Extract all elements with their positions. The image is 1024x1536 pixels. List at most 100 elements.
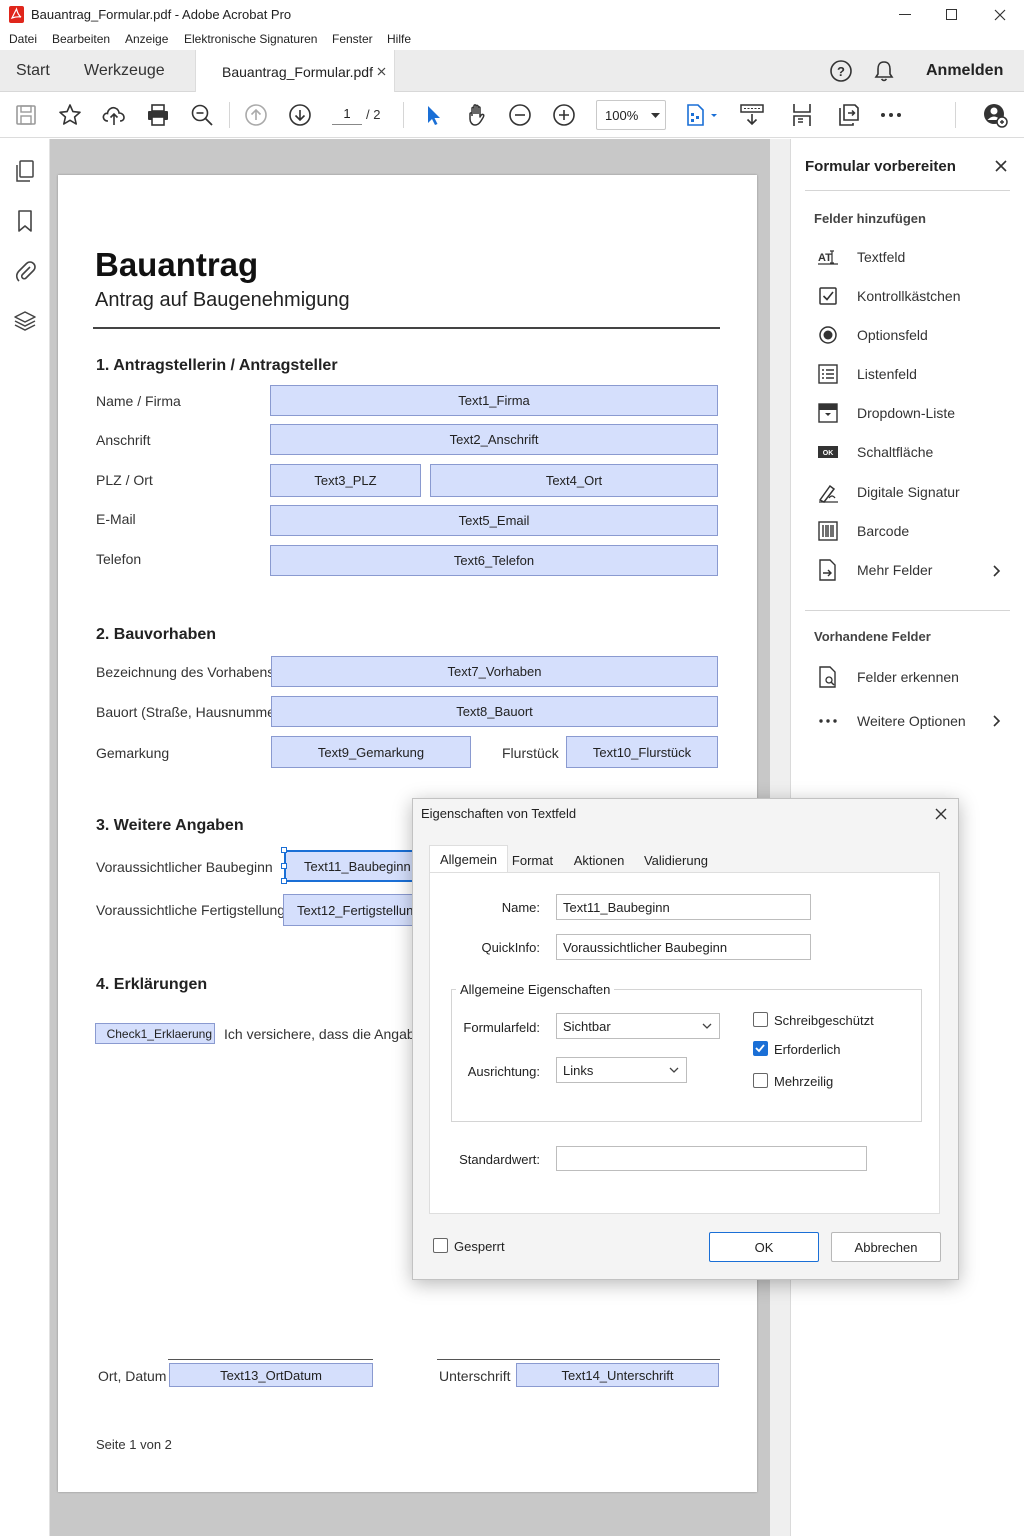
cloud-upload-icon[interactable] (101, 102, 127, 128)
name-input[interactable]: Text11_Baubeginn (556, 894, 811, 920)
add-list-box[interactable]: Listenfeld (817, 362, 917, 386)
cancel-button[interactable]: Abbrechen (831, 1232, 941, 1262)
menu-signaturen[interactable]: Elektronische Signaturen (184, 32, 317, 46)
quickinfo-input[interactable]: Voraussichtlicher Baubeginn (556, 934, 811, 960)
selection-handle[interactable] (281, 878, 287, 884)
add-field-label: Schaltfläche (857, 444, 934, 460)
form-field-fertigstellung[interactable]: Text12_Fertigstellung (283, 894, 424, 926)
form-field-ort[interactable]: Text4_Ort (430, 464, 718, 497)
multiline-checkbox[interactable] (753, 1073, 768, 1088)
menu-fenster[interactable]: Fenster (332, 32, 373, 46)
tab-format[interactable]: Format (508, 848, 557, 873)
quickinfo-label: QuickInfo: (481, 940, 540, 955)
star-icon[interactable] (57, 102, 83, 128)
attachment-icon[interactable] (12, 258, 38, 284)
selection-handle[interactable] (281, 863, 287, 869)
minimize-button[interactable] (882, 2, 928, 28)
panel-title: Formular vorbereiten (805, 158, 956, 175)
dropdown-list-icon (817, 402, 839, 424)
add-radio-button[interactable]: Optionsfeld (817, 323, 928, 347)
more-tools-icon[interactable] (878, 102, 904, 128)
add-button[interactable]: OK Schaltfläche (817, 440, 933, 464)
form-fill-icon[interactable] (739, 102, 765, 128)
menu-bearbeiten[interactable]: Bearbeiten (52, 32, 110, 46)
close-tab-icon[interactable] (377, 67, 386, 76)
form-field-telefon[interactable]: Text6_Telefon (270, 545, 718, 576)
form-field-ort-datum[interactable]: Text13_OrtDatum (169, 1363, 373, 1387)
maximize-button[interactable] (929, 2, 975, 28)
close-window-button[interactable] (977, 2, 1023, 28)
form-field-flurstueck[interactable]: Text10_Flurstück (566, 736, 718, 768)
page-up-icon[interactable] (243, 102, 269, 128)
select-pointer-icon[interactable] (420, 102, 446, 128)
page-down-icon[interactable] (287, 102, 313, 128)
form-field-bauort[interactable]: Text8_Bauort (271, 696, 718, 727)
share-user-icon[interactable] (982, 102, 1008, 128)
layers-icon[interactable] (12, 308, 38, 334)
general-properties-group (451, 989, 922, 1122)
zoom-in-icon[interactable] (551, 102, 577, 128)
help-icon[interactable]: ? (829, 59, 853, 83)
form-field-gemarkung[interactable]: Text9_Gemarkung (271, 736, 471, 768)
window-title: Bauantrag_Formular.pdf - Adobe Acrobat P… (31, 7, 292, 22)
signature-line (437, 1359, 720, 1360)
print-icon[interactable] (145, 102, 171, 128)
add-digital-signature[interactable]: Digitale Signatur (817, 480, 960, 504)
tab-aktionen[interactable]: Aktionen (565, 848, 633, 873)
form-title: Bauantrag (95, 246, 259, 283)
chevron-right-icon[interactable] (993, 715, 1001, 727)
bell-icon[interactable] (873, 59, 895, 83)
more-fields[interactable]: Mehr Felder (817, 558, 932, 582)
ok-button[interactable]: OK (709, 1232, 819, 1262)
menu-anzeige[interactable]: Anzeige (125, 32, 168, 46)
tab-werkzeuge[interactable]: Werkzeuge (84, 62, 165, 80)
menu-datei[interactable]: Datei (9, 32, 37, 46)
tab-document[interactable]: Bauantrag_Formular.pdf (195, 50, 395, 93)
tab-validierung[interactable]: Validierung (639, 848, 713, 873)
export-pdf-icon[interactable] (835, 102, 861, 128)
form-field-plz[interactable]: Text3_PLZ (270, 464, 421, 497)
readonly-checkbox[interactable] (753, 1012, 768, 1027)
default-value-input[interactable] (556, 1146, 867, 1171)
detect-fields[interactable]: Felder erkennen (817, 665, 959, 689)
existing-fields-heading: Vorhandene Felder (814, 629, 931, 644)
tab-allgemein[interactable]: Allgemein (429, 845, 508, 873)
add-barcode[interactable]: Barcode (817, 519, 909, 543)
selection-handle[interactable] (281, 847, 287, 853)
label-name: Name / Firma (96, 393, 181, 409)
chevron-right-icon[interactable] (993, 565, 1001, 577)
formfield-select[interactable]: Sichtbar (556, 1013, 720, 1039)
zoom-out-icon[interactable] (507, 102, 533, 128)
more-options[interactable]: Weitere Optionen (817, 709, 966, 733)
orientation-select[interactable]: Links (556, 1057, 687, 1083)
organize-pages-icon[interactable] (789, 102, 815, 128)
bookmark-icon[interactable] (12, 208, 38, 234)
close-panel-icon[interactable] (995, 160, 1007, 172)
add-dropdown[interactable]: Dropdown-Liste (817, 401, 955, 425)
save-icon[interactable] (13, 102, 39, 128)
required-checkbox[interactable] (753, 1041, 768, 1056)
prepare-form-icon[interactable] (684, 102, 720, 128)
form-field-email[interactable]: Text5_Email (270, 505, 718, 536)
zoom-search-icon[interactable] (189, 102, 215, 128)
form-field-vorhaben[interactable]: Text7_Vorhaben (271, 656, 718, 687)
form-field-baubeginn-selected[interactable]: Text11_Baubeginn (284, 850, 424, 882)
hand-tool-icon[interactable] (464, 102, 490, 128)
barcode-icon (817, 520, 839, 542)
form-field-firma[interactable]: Text1_Firma (270, 385, 718, 416)
add-checkbox[interactable]: Kontrollkästchen (817, 284, 961, 308)
form-field-unterschrift[interactable]: Text14_Unterschrift (516, 1363, 719, 1387)
page-thumbnails-icon[interactable] (12, 158, 38, 184)
label-telefon: Telefon (96, 551, 142, 567)
tab-start[interactable]: Start (16, 62, 50, 80)
add-text-field[interactable]: AT Textfeld (817, 245, 905, 269)
menu-hilfe[interactable]: Hilfe (387, 32, 411, 46)
page-number-input[interactable]: 1 (332, 106, 362, 125)
form-field-anschrift[interactable]: Text2_Anschrift (270, 424, 718, 455)
close-dialog-icon[interactable] (935, 808, 947, 820)
tab-document-label: Bauantrag_Formular.pdf (222, 64, 373, 80)
form-field-checkbox-erklaerung[interactable]: Check1_Erklaerung (95, 1023, 215, 1044)
sign-in-button[interactable]: Anmelden (926, 62, 1003, 80)
zoom-select[interactable]: 100% (596, 100, 666, 130)
locked-checkbox[interactable] (433, 1238, 448, 1253)
